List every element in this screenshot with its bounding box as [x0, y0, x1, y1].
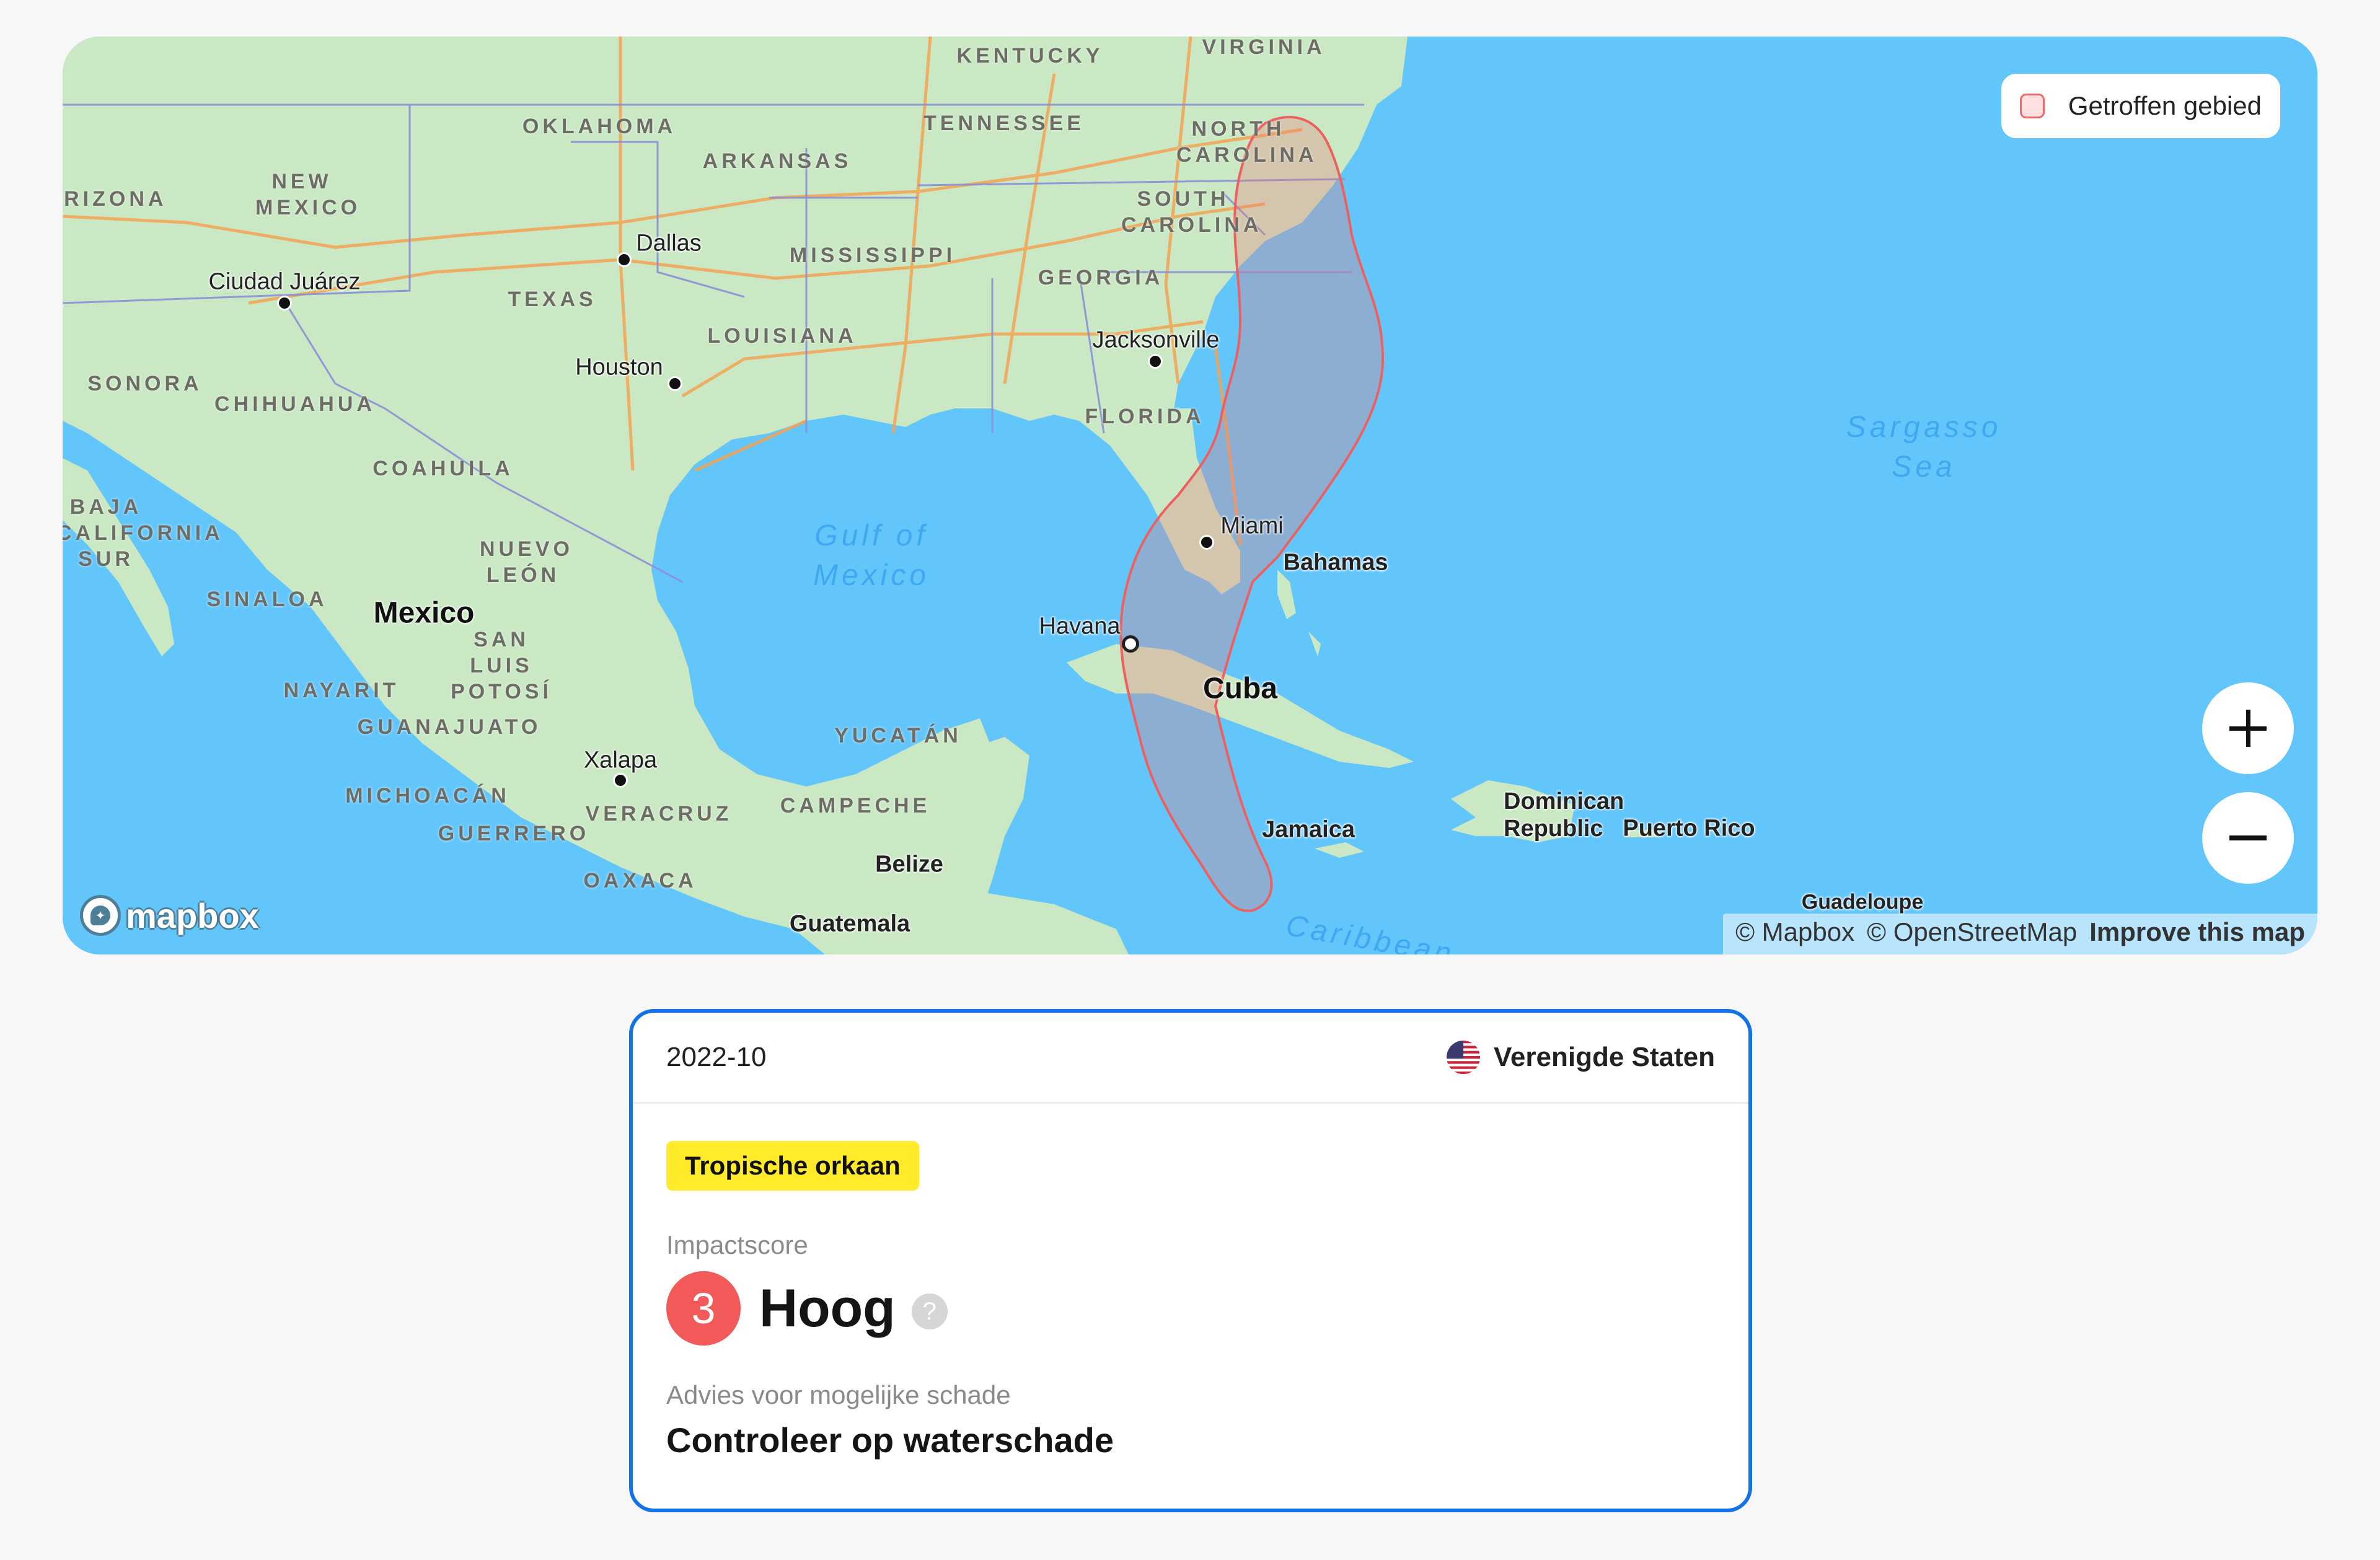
mapbox-logo-text: mapbox — [126, 896, 259, 935]
map-label-city: Miami — [1220, 513, 1284, 539]
map-label-country: Belize — [875, 851, 943, 878]
land-bahamas — [1277, 570, 1321, 656]
map-label-state: YUCATÁN — [834, 724, 962, 747]
legend-label: Getroffen gebied — [2068, 91, 2262, 120]
map-label-state: VERACRUZ — [585, 802, 733, 826]
map-label-city: Xalapa — [583, 747, 658, 773]
advice-label: Advies voor mogelijke schade — [666, 1380, 1011, 1409]
map-label-state: SOUTH CAROLINA — [1121, 187, 1263, 237]
map-label-state: GUERRERO — [438, 822, 590, 845]
map-label-state: OKLAHOMA — [522, 115, 677, 138]
event-country: Verenigde Staten — [1446, 1041, 1715, 1074]
map-label-city: Dallas — [636, 230, 702, 257]
minus-icon — [2229, 835, 2267, 840]
map-label-state: MICHOACÁN — [345, 784, 510, 808]
attribution-mapbox-link[interactable]: © Mapbox — [1735, 917, 1854, 947]
map-label-country: Dominican Republic — [1504, 788, 1624, 842]
city-marker — [613, 773, 628, 788]
map-label-state: VIRGINIA — [1202, 37, 1326, 59]
map-label-country: Guadeloupe — [1801, 890, 1924, 914]
map-label-country: Bahamas — [1283, 549, 1388, 576]
affected-area-swatch — [2019, 94, 2045, 118]
us-flag-icon — [1446, 1041, 1480, 1074]
map-label-sea: Gulf of Mexico — [813, 519, 930, 592]
zoom-in-button[interactable] — [2202, 682, 2294, 774]
map-label-city: Havana — [1039, 613, 1121, 640]
city-marker — [1199, 535, 1214, 550]
city-marker — [277, 296, 292, 311]
zoom-out-button[interactable] — [2202, 792, 2294, 884]
improve-map-link[interactable]: Improve this map — [2089, 917, 2305, 947]
map-label-country: Mexico — [373, 596, 475, 630]
map-label-state: FLORIDA — [1085, 405, 1205, 428]
map-label-state: CHIHUAHUA — [214, 392, 376, 416]
map-label-country: Cuba — [1203, 672, 1277, 705]
map-label-state: NORTH CAROLINA — [1176, 117, 1318, 167]
map-label-city: Houston — [575, 354, 663, 381]
map-label-state: ARKANSAS — [702, 149, 852, 173]
map-label-city: Ciudad Juárez — [208, 268, 361, 295]
city-marker — [617, 252, 632, 267]
event-country-name: Verenigde Staten — [1493, 1042, 1715, 1072]
event-card-header: 2022-10 Verenigde Staten — [633, 1013, 1748, 1104]
map-label-country: Jamaica — [1261, 816, 1355, 843]
map-label-state: LOUISIANA — [707, 324, 857, 348]
map-label-state: TEXAS — [508, 288, 597, 311]
impact-score: 3 Hoog ? — [666, 1271, 1715, 1346]
map-label-state: GEORGIA — [1038, 266, 1164, 289]
map-label-state: SINALOA — [206, 588, 328, 611]
mapbox-logo-icon: ✦ — [80, 895, 121, 936]
event-date: 2022-10 — [666, 1042, 767, 1072]
event-type-badge: Tropische orkaan — [666, 1141, 919, 1191]
mapbox-logo[interactable]: ✦ mapbox — [80, 895, 259, 936]
impact-score-label: Impactscore — [666, 1230, 808, 1259]
city-marker — [1148, 354, 1163, 369]
map-view[interactable]: KENTUCKY VIRGINIA OKLAHOMA TENNESSEE NOR… — [63, 37, 2317, 954]
map-label-city: Jacksonville — [1092, 327, 1220, 353]
map-label-state: NAYARIT — [283, 679, 400, 702]
help-icon[interactable]: ? — [911, 1293, 948, 1329]
advice-text: Controleer op waterschade — [666, 1421, 1114, 1460]
land-cuba — [1067, 644, 1414, 768]
map-label-sea: Sargasso Sea — [1846, 411, 2002, 483]
map-label-country: Puerto Rico — [1623, 815, 1755, 842]
map-label-state: TENNESSEE — [923, 112, 1085, 135]
map-label-state: ARIZONA — [63, 187, 167, 211]
capital-marker — [1122, 635, 1139, 653]
attribution-osm-link[interactable]: © OpenStreetMap — [1867, 917, 2077, 947]
map-label-country: Guatemala — [789, 910, 910, 937]
impact-score-value: 3 — [666, 1271, 741, 1346]
map-label-state: NEW MEXICO — [255, 170, 361, 219]
map-label-state: SONORA — [87, 372, 203, 395]
map-legend: Getroffen gebied — [2001, 74, 2280, 138]
map-label-state: OAXACA — [583, 869, 697, 892]
map-label-state: GUANAJUATO — [357, 715, 542, 739]
map-label-state: SAN LUIS POTOSÍ — [451, 628, 552, 703]
land-jamaica — [1315, 842, 1364, 858]
impact-level: Hoog — [759, 1278, 896, 1338]
map-basemap — [63, 37, 1659, 954]
map-label-state: MISSISSIPPI — [789, 244, 956, 267]
map-label-state: BAJA CALIFORNIA SUR — [63, 495, 224, 571]
map-attribution: © Mapbox © OpenStreetMap Improve this ma… — [1723, 914, 2317, 954]
event-card[interactable]: 2022-10 Verenigde Staten Tropische orkaa… — [629, 1009, 1752, 1512]
city-marker — [668, 376, 682, 391]
plus-icon — [2229, 710, 2267, 747]
map-label-state: KENTUCKY — [956, 44, 1104, 68]
map-label-state: COAHUILA — [372, 457, 514, 480]
map-label-state: NUEVO LEÓN — [480, 537, 573, 587]
map-label-state: CAMPECHE — [780, 794, 931, 817]
